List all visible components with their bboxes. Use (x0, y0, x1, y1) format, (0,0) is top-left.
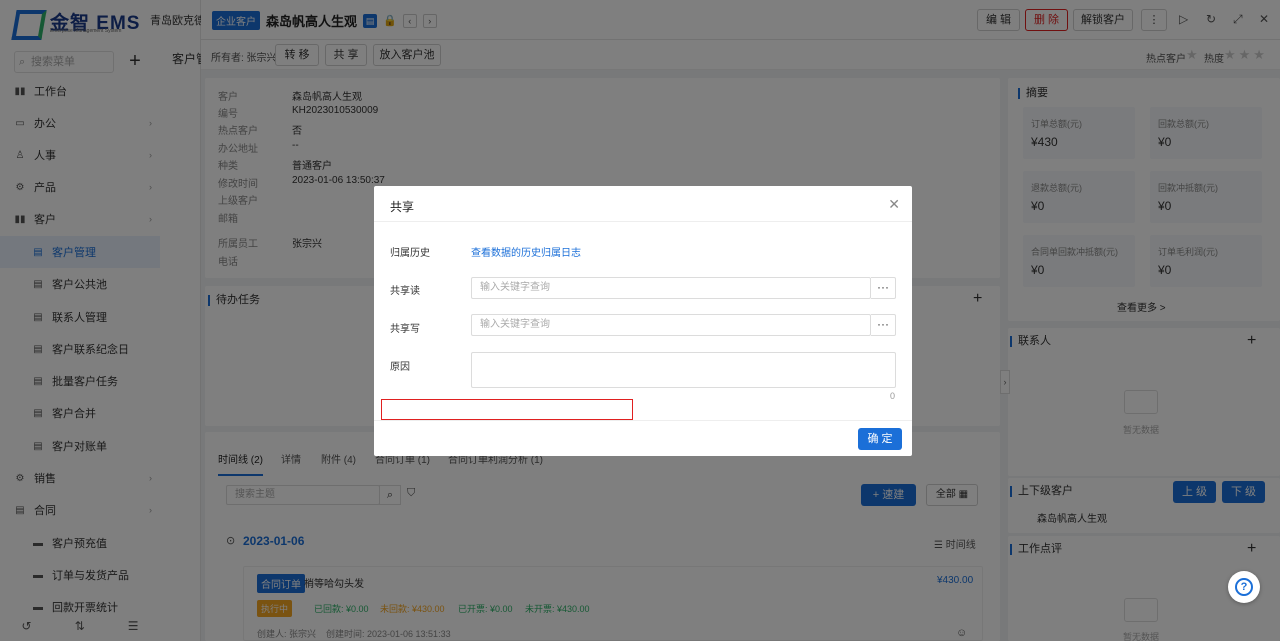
history-label: 归属历史 (390, 248, 430, 259)
share-write-input[interactable]: 输入关键字查询 (471, 314, 871, 336)
share-read-label: 共享读 (390, 286, 420, 297)
dialog-footer-divider (374, 420, 912, 421)
dialog-title: 共享 (390, 200, 415, 214)
share-read-input[interactable]: 输入关键字查询 (471, 277, 871, 299)
reason-char-count: 0 (890, 391, 896, 401)
help-button[interactable]: ? (1228, 571, 1260, 603)
help-icon: ? (1235, 578, 1253, 596)
share-read-picker-button[interactable]: ··· (871, 277, 896, 299)
close-icon[interactable]: ✕ (888, 196, 900, 213)
reason-label: 原因 (390, 362, 410, 373)
dialog-divider (374, 221, 912, 222)
reason-textarea[interactable] (471, 352, 896, 388)
share-write-label: 共享写 (390, 324, 420, 335)
confirm-button[interactable]: 确 定 (858, 428, 902, 450)
highlight-box (381, 399, 633, 420)
history-link[interactable]: 查看数据的历史归属日志 (471, 244, 581, 259)
share-write-picker-button[interactable]: ··· (871, 314, 896, 336)
